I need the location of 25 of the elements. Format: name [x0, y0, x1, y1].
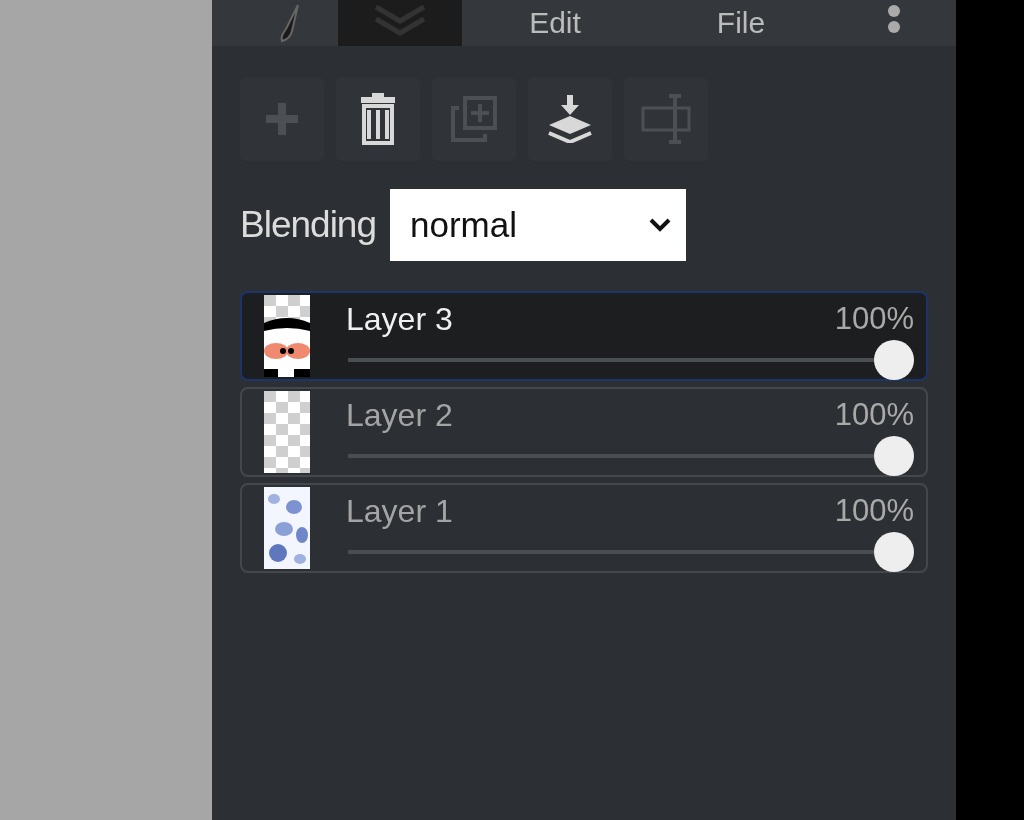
- slider-thumb[interactable]: [874, 435, 914, 476]
- slider-thumb[interactable]: [874, 339, 914, 380]
- merge-down-icon: [547, 95, 593, 143]
- opacity-value: 100%: [834, 301, 914, 337]
- delete-layer-button[interactable]: [336, 77, 420, 161]
- brush-icon: [278, 3, 302, 43]
- layer-name: Layer 1: [346, 492, 453, 530]
- blending-label: Blending: [240, 204, 376, 246]
- layer-name: Layer 3: [346, 300, 453, 338]
- slider-thumb[interactable]: [874, 531, 914, 572]
- plus-icon: [264, 101, 300, 137]
- menu-tab[interactable]: File: [648, 0, 834, 46]
- layer-row[interactable]: Layer 1 100%: [240, 483, 928, 573]
- text-box-icon: [641, 94, 691, 144]
- opacity-value: 100%: [834, 397, 914, 433]
- layer-name: Layer 2: [346, 396, 453, 434]
- opacity-value: 100%: [834, 493, 914, 529]
- merge-layer-button[interactable]: [528, 77, 612, 161]
- layer-row[interactable]: Layer 3 100%: [240, 291, 928, 381]
- layer-row[interactable]: Layer 2 100%: [240, 387, 928, 477]
- copy-icon: [451, 96, 497, 142]
- chevron-down-icon: [648, 217, 672, 233]
- trash-icon: [359, 93, 397, 145]
- blending-select[interactable]: normal: [390, 189, 686, 261]
- menu-tab[interactable]: Edit: [462, 0, 648, 46]
